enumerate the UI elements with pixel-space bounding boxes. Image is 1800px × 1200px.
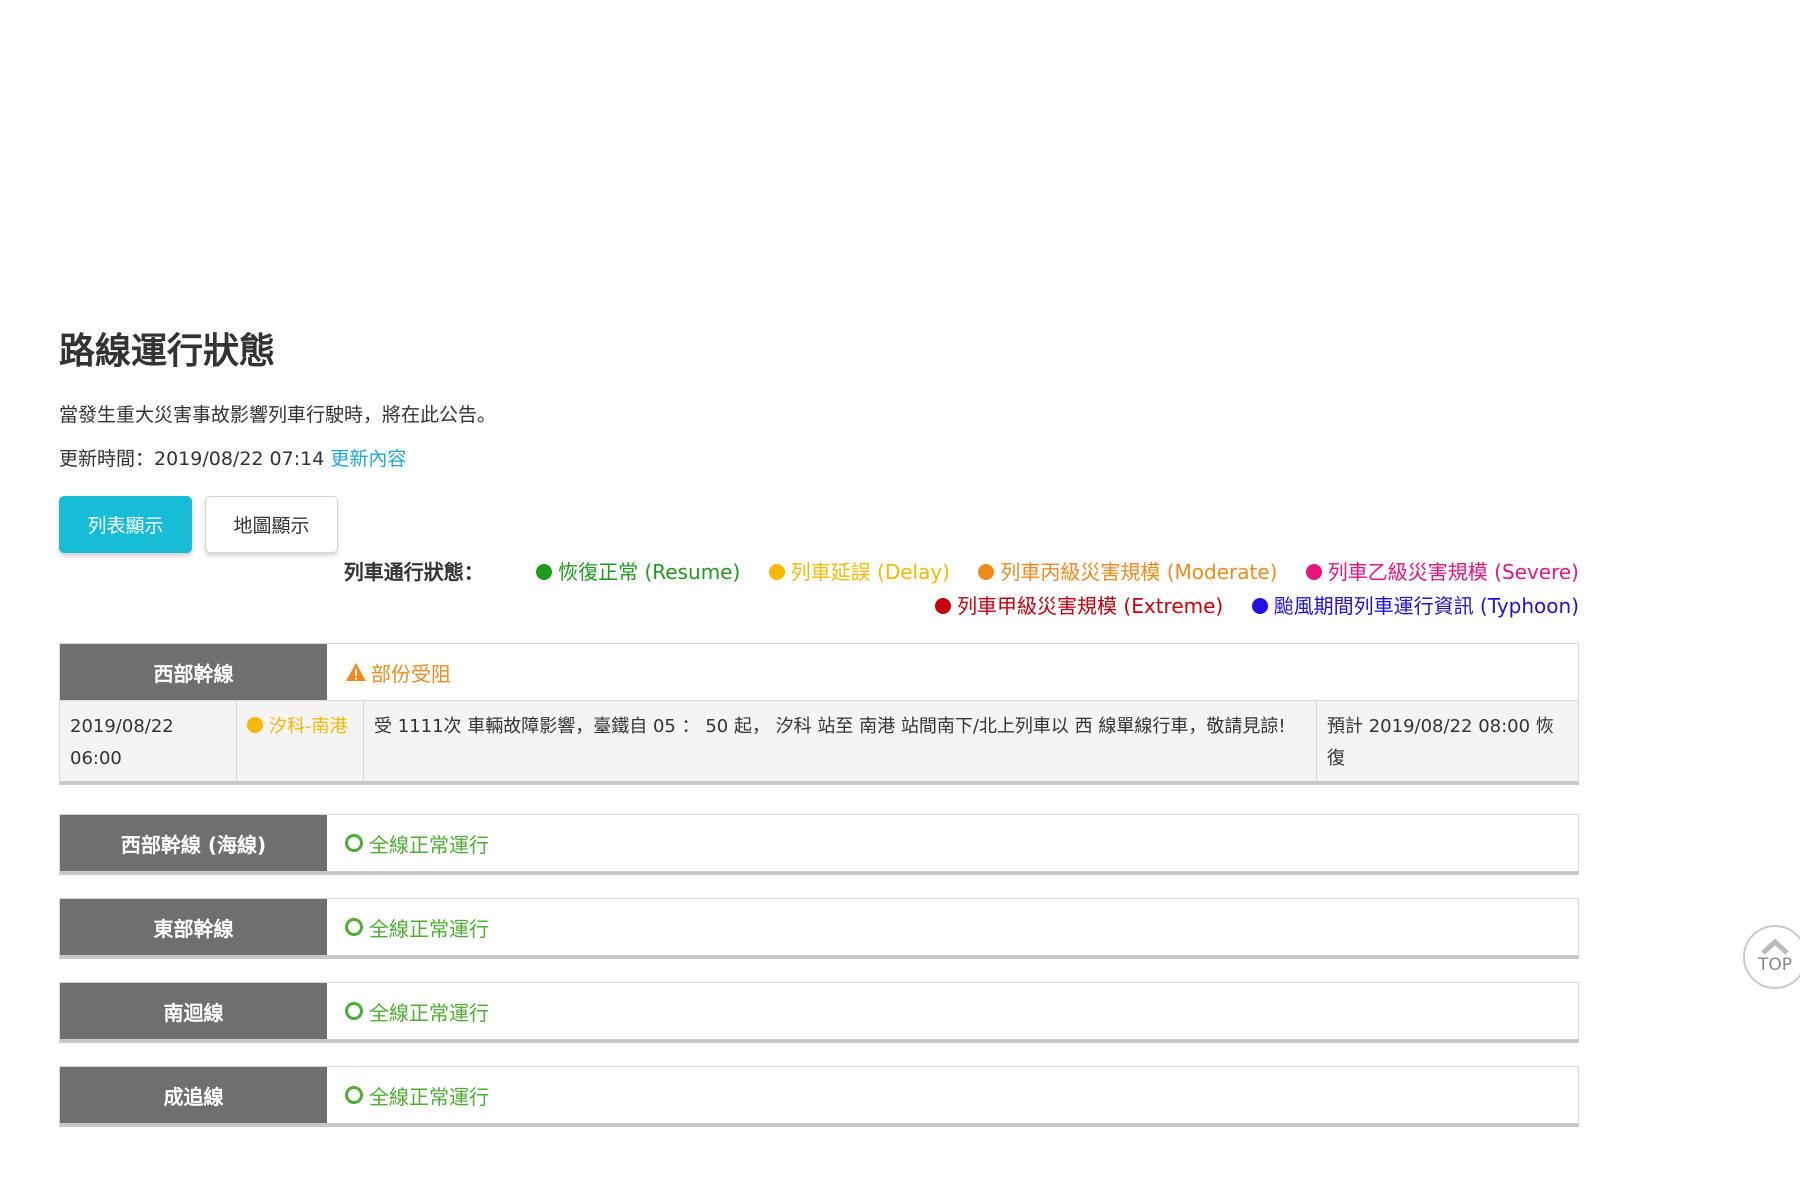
incident-row: 2019/08/22 06:00 汐科-南港 受 1111次 車輛故障影響，臺鐵… [60,700,1578,781]
chevron-up-icon [1761,939,1789,955]
line-name: 東部幹線 [60,899,327,955]
line-status: 全線正常運行 [327,983,1578,1039]
view-tabs: 列表顯示 地圖顯示 [59,496,338,553]
legend-item-resume: 恢復正常 (Resume) [536,560,740,584]
circle-icon [345,1002,363,1020]
status-dot-icon [1251,598,1268,614]
update-content-link[interactable]: 更新內容 [330,448,406,470]
legend-item-typhoon: 颱風期間列車運行資訊 (Typhoon) [1251,594,1579,618]
line-name: 西部幹線 [60,644,327,700]
status-dot-icon [768,564,785,580]
line-block-east: 東部幹線 全線正常運行 [59,898,1579,959]
line-status: 全線正常運行 [327,815,1578,871]
incident-eta: 預計 2019/08/22 08:00 恢復 [1327,716,1554,769]
line-name: 西部幹線 (海線) [60,815,327,871]
line-status-text: 部份受阻 [371,661,451,686]
update-time: 更新時間：2019/08/22 07:14 更新內容 [59,445,1579,473]
warning-icon [346,663,366,681]
line-block-west-sea: 西部幹線 (海線) 全線正常運行 [59,814,1579,875]
status-dot-icon [978,564,995,580]
line-block-west: 西部幹線 部份受阻 2019/08/22 06:00 汐科-南港 受 1111次… [59,643,1579,785]
incident-section: 汐科-南港 [237,701,364,781]
legend-label: 列車通行狀態： [343,560,484,584]
update-time-label: 更新時間：2019/08/22 07:14 [59,448,325,470]
line-name: 成追線 [60,1067,327,1123]
page-description: 當發生重大災害事故影響列車行駛時，將在此公告。 [59,404,497,426]
page-title: 路線運行狀態 [59,331,276,372]
status-legend: 列車通行狀態： 恢復正常 (Resume) 列車延誤 (Delay) 列車丙級災… [339,555,1579,623]
incident-message: 受 1111次 車輛故障影響，臺鐵自 05 ： 50 起， 汐科 站至 南港 站… [364,701,1317,781]
back-to-top-button[interactable]: TOP [1743,925,1800,989]
back-to-top-label: TOP [1757,955,1793,975]
status-dot-icon [935,598,952,614]
incident-time: 2019/08/22 06:00 [60,701,237,781]
line-status: 全線正常運行 [327,899,1578,955]
map-view-button[interactable]: 地圖顯示 [205,496,338,553]
list-view-button[interactable]: 列表顯示 [59,496,192,553]
delay-dot-icon [247,717,263,733]
legend-item-delay: 列車延誤 (Delay) [768,560,950,584]
circle-icon [345,918,363,936]
line-status: 部份受阻 [327,644,1578,700]
route-status-section: 路線運行狀態 當發生重大災害事故影響列車行駛時，將在此公告。 更新時間：2019… [59,330,1579,1127]
circle-icon [345,1086,363,1104]
legend-item-extreme: 列車甲級災害規模 (Extreme) [935,594,1223,618]
circle-icon [345,834,363,852]
legend-item-moderate: 列車丙級災害規模 (Moderate) [978,560,1277,584]
status-dot-icon [1305,564,1322,580]
status-dot-icon [536,564,553,580]
line-block-south-link: 南迴線 全線正常運行 [59,982,1579,1043]
legend-item-severe: 列車乙級災害規模 (Severe) [1305,560,1579,584]
line-block-chengzhui: 成追線 全線正常運行 [59,1066,1579,1127]
line-status: 全線正常運行 [327,1067,1578,1123]
line-name: 南迴線 [60,983,327,1039]
